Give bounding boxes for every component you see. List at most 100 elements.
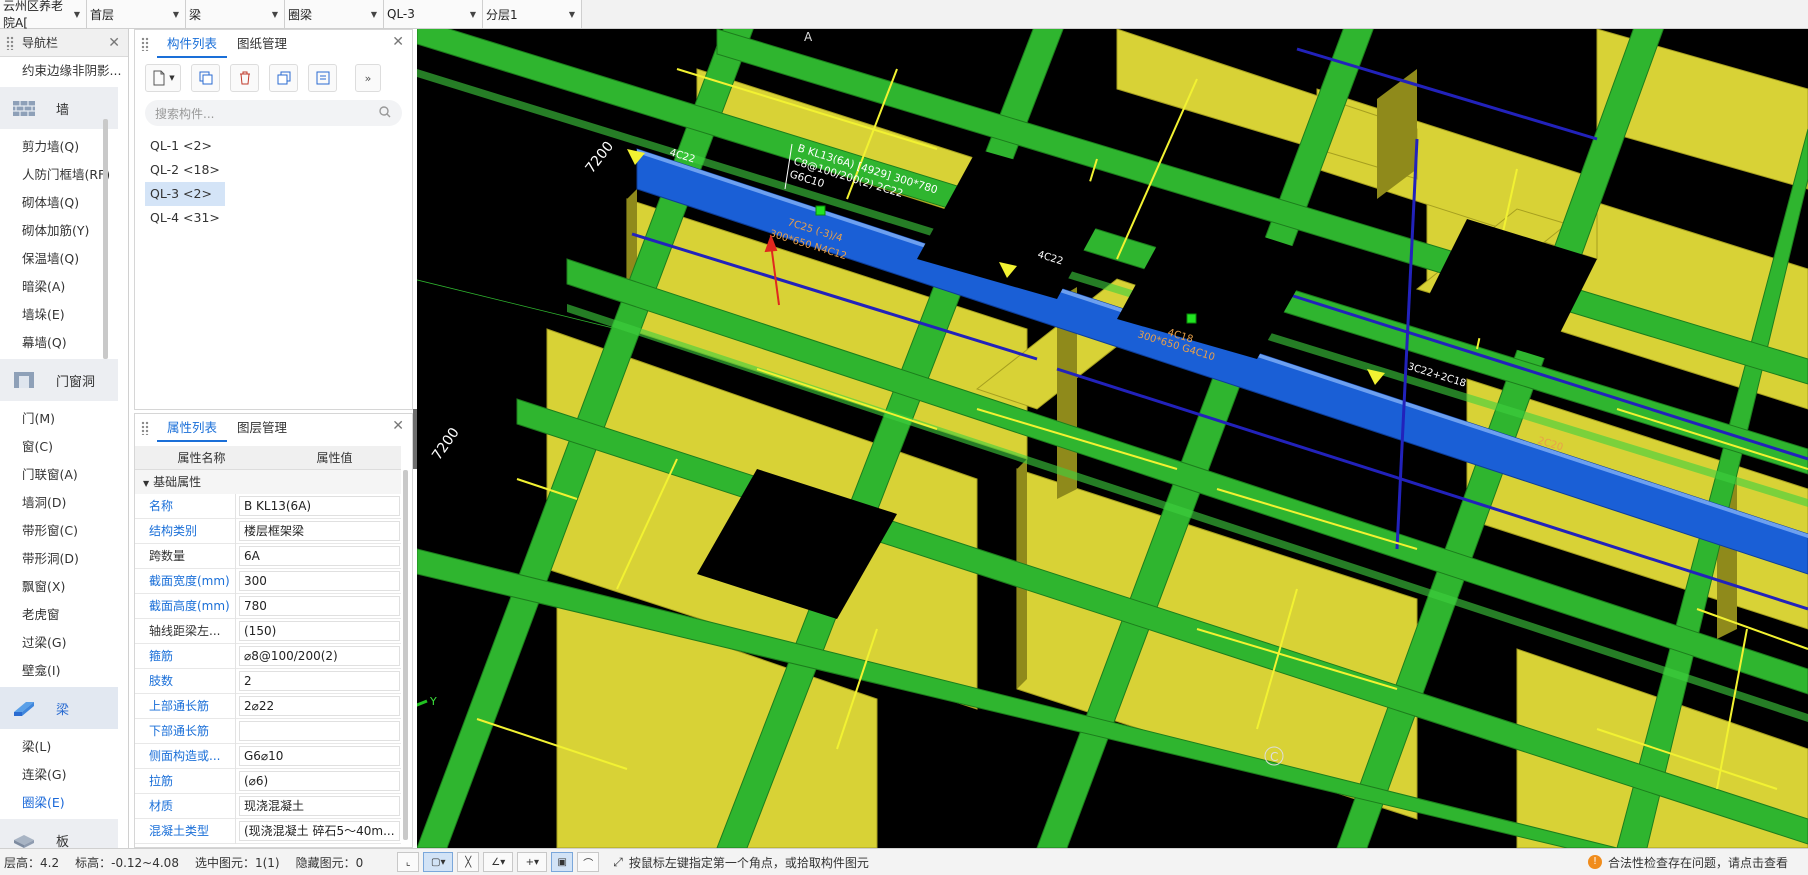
layers-copy-icon xyxy=(277,71,290,85)
property-value-input[interactable]: (⌀6) xyxy=(239,771,400,791)
rect-select-icon: ▢▾ xyxy=(431,856,446,868)
property-row: 截面高度(mm) 780 xyxy=(135,593,401,619)
property-row: 箍筋 ⌀8@100/200(2) xyxy=(135,643,401,669)
ortho-snap-button[interactable]: ⌞ xyxy=(397,852,420,872)
element-subtype-select[interactable]: 圈梁 ▼ xyxy=(285,0,384,28)
nav-item-wall-opening[interactable]: 墙洞(D) xyxy=(0,489,122,517)
property-value-input[interactable]: ⌀8@100/200(2) xyxy=(239,646,400,666)
new-component-button[interactable]: ▼ xyxy=(145,64,181,92)
property-group-basic[interactable]: ▼ 基础属性 xyxy=(135,470,401,494)
copy-component-button[interactable] xyxy=(191,64,220,92)
collapse-icon: ▼ xyxy=(143,479,150,488)
snap-toolbar: ⌞ ▢▾ ╳ ∠▾ +▾ ▣ ⌒ xyxy=(397,852,603,872)
floor-select[interactable]: 首层 ▼ xyxy=(87,0,186,28)
nav-item-strip-opening[interactable]: 带形洞(D) xyxy=(0,545,122,573)
property-row: 名称 B KL13(6A) xyxy=(135,493,401,519)
component-select[interactable]: QL-3 ▼ xyxy=(384,0,483,28)
rect-select-button[interactable]: ▢▾ xyxy=(423,852,454,872)
drag-handle-icon[interactable] xyxy=(141,421,149,435)
nav-scrollbar[interactable] xyxy=(103,119,108,359)
close-icon[interactable]: ✕ xyxy=(392,34,404,50)
property-value-input[interactable]: 6A xyxy=(239,546,400,566)
nav-category-door-window[interactable]: 门窗洞 xyxy=(0,359,118,401)
duplicate-layer-button[interactable] xyxy=(269,64,298,92)
tab-drawing-management[interactable]: 图纸管理 xyxy=(227,30,297,58)
tab-property-list[interactable]: 属性列表 xyxy=(157,414,228,442)
hidden-count: 隐藏图元：0 xyxy=(295,855,364,870)
svg-text:Y: Y xyxy=(429,695,437,708)
property-panel: 属性列表 图层管理 ✕ 属性名称 属性值 ▼ 基础属性 名称 B KL13(6A) … xyxy=(134,413,413,848)
elevation: 标高：-0.12~4.08 xyxy=(75,855,179,870)
search-icon xyxy=(379,106,391,118)
dimension-bottom: 7200 xyxy=(429,425,463,463)
tab-component-list[interactable]: 构件列表 xyxy=(157,30,228,58)
layer-select[interactable]: 分层1 ▼ xyxy=(483,0,582,28)
drag-handle-icon[interactable] xyxy=(6,35,14,50)
component-item-ql2[interactable]: QL-2 <18> xyxy=(145,158,225,182)
nav-item-strip-window[interactable]: 带形窗(C) xyxy=(0,517,122,545)
property-row: 侧面构造或... G6⌀10 xyxy=(135,743,401,769)
component-item-ql4[interactable]: QL-4 <31> xyxy=(145,206,225,230)
tab-layer-management[interactable]: 图层管理 xyxy=(227,414,297,442)
chevron-down-icon: ▼ xyxy=(370,9,377,19)
3d-viewport[interactable]: 3 4 C A 7200 7200 B KL13(6A) [4929] 300*… xyxy=(417,29,1808,848)
more-actions-button[interactable]: » xyxy=(355,64,381,92)
ortho-icon: ⌞ xyxy=(405,856,411,868)
nav-item-dormer[interactable]: 老虎窗 xyxy=(0,601,122,629)
property-value-input[interactable]: 现浇混凝土 xyxy=(239,796,400,816)
component-item-ql3[interactable]: QL-3 <2> xyxy=(145,182,225,206)
chevron-down-icon: ▼ xyxy=(568,9,575,19)
point-snap-button[interactable]: +▾ xyxy=(517,852,548,872)
property-value-input[interactable]: (150) xyxy=(239,621,400,641)
property-value-input[interactable]: 300 xyxy=(239,571,400,591)
property-value-input[interactable]: 2 xyxy=(239,671,400,691)
nav-item-door-window[interactable]: 门联窗(A) xyxy=(0,461,122,489)
component-tabs: 构件列表 图纸管理 xyxy=(135,30,412,58)
nav-category-wall[interactable]: 墙 xyxy=(0,87,118,129)
property-value-input[interactable] xyxy=(239,721,400,741)
command-hint: ⤢ 按鼠标左键指定第一个角点，或拾取构件图元 xyxy=(613,854,869,870)
nav-item-boundary[interactable]: 约束边缘非阴影... xyxy=(0,57,122,85)
angle-snap-button[interactable]: ∠▾ xyxy=(483,852,514,872)
nav-item-lintel[interactable]: 过梁(G) xyxy=(0,629,122,657)
delete-component-button[interactable] xyxy=(230,64,259,92)
cross-icon: ╳ xyxy=(465,856,472,868)
double-chevron-right-icon: » xyxy=(364,71,372,85)
cross-select-button[interactable]: ╳ xyxy=(457,852,480,872)
nav-item-ring-beam[interactable]: 圈梁(E) xyxy=(0,789,122,817)
model-canvas[interactable]: 3 4 C A 7200 7200 B KL13(6A) [4929] 300*… xyxy=(417,29,1808,848)
property-scrollbar[interactable] xyxy=(403,470,408,840)
property-value-input[interactable]: B KL13(6A) xyxy=(239,496,400,516)
property-value-input[interactable]: G6⌀10 xyxy=(239,746,400,766)
nav-item-beam[interactable]: 梁(L) xyxy=(0,733,122,761)
component-search-input[interactable]: 搜索构件... xyxy=(145,100,402,126)
nav-item-door[interactable]: 门(M) xyxy=(0,405,122,433)
filter-component-button[interactable] xyxy=(308,64,337,92)
project-select[interactable]: 云州区养老院A[▼ xyxy=(0,0,87,30)
arc-snap-button[interactable]: ⌒ xyxy=(577,852,600,872)
component-item-ql1[interactable]: QL-1 <2> xyxy=(145,134,225,158)
drag-handle-icon[interactable] xyxy=(141,37,149,51)
close-icon[interactable]: ✕ xyxy=(108,35,120,51)
property-value-input[interactable]: 2⌀22 xyxy=(239,696,400,716)
property-row: 拉筋 (⌀6) xyxy=(135,768,401,794)
property-value-input[interactable]: 780 xyxy=(239,596,400,616)
nav-item-bay-window[interactable]: 飘窗(X) xyxy=(0,573,122,601)
element-type-select[interactable]: 梁 ▼ xyxy=(186,0,285,28)
validation-warning[interactable]: ! 合法性检查存在问题，请点击查看 xyxy=(1587,854,1788,871)
nav-category-beam[interactable]: 梁 xyxy=(0,687,118,729)
chevron-down-icon: ▼ xyxy=(73,9,80,19)
property-value-input[interactable]: (现浇混凝土 碎石5～40m... xyxy=(239,821,400,841)
nav-item-coupling-beam[interactable]: 连梁(G) xyxy=(0,761,122,789)
close-icon[interactable]: ✕ xyxy=(392,418,404,434)
nav-item-niche[interactable]: 壁龛(I) xyxy=(0,657,122,685)
property-value-input[interactable]: 楼层框架梁 xyxy=(239,521,400,541)
nav-item-window[interactable]: 窗(C) xyxy=(0,433,122,461)
nav-header: 导航栏 ✕ xyxy=(0,29,128,57)
dynamic-input-button[interactable]: ▣ xyxy=(551,852,574,872)
dimension-top: 7200 xyxy=(583,139,618,177)
top-toolbar: 云州区养老院A[▼ 首层 ▼ 梁 ▼ 圈梁 ▼ QL-3 ▼ 分层1 ▼ xyxy=(0,0,1808,30)
property-table: 属性名称 属性值 ▼ 基础属性 名称 B KL13(6A) 结构类别 楼层框架梁 跨数… xyxy=(135,446,401,844)
axis-gizmo: Z Y X xyxy=(417,695,437,708)
col-property-name: 属性名称 xyxy=(177,451,226,465)
